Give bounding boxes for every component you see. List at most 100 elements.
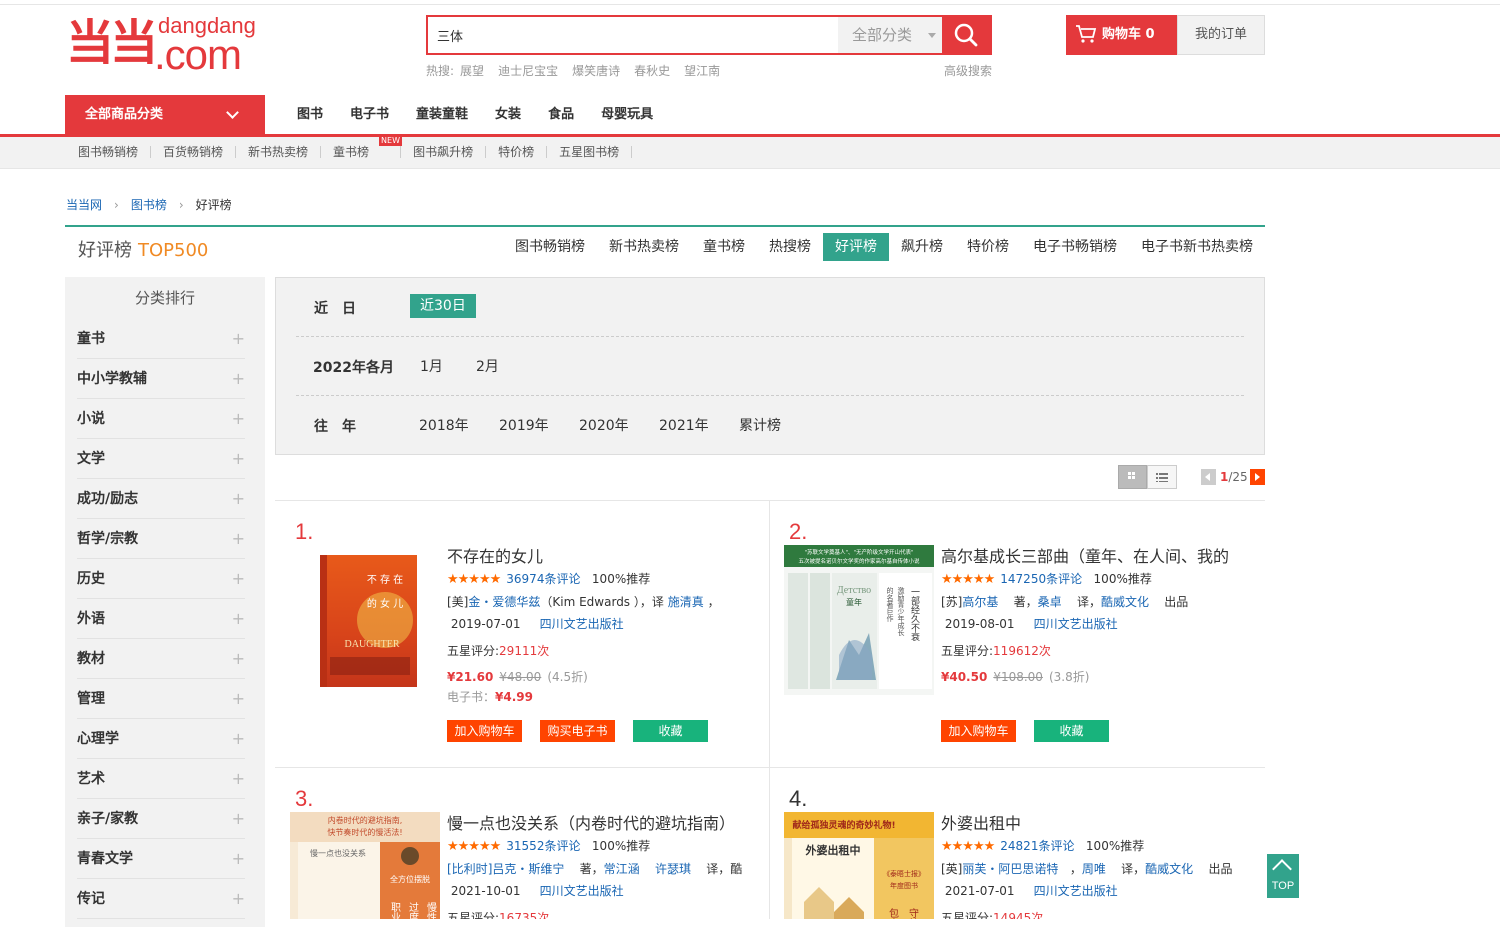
sidebar-category-item[interactable]: 传记 +: [77, 879, 245, 919]
sidebar-category-item[interactable]: 外语 +: [77, 599, 245, 639]
my-orders-button[interactable]: 我的订单: [1177, 15, 1265, 55]
rank-tab[interactable]: 电子书新书热卖榜: [1129, 233, 1265, 261]
subnav-item[interactable]: 图书飙升榜: [401, 146, 487, 158]
sidebar-category-item[interactable]: 童书 +: [77, 319, 245, 359]
buy-ebook-button[interactable]: 购买电子书: [540, 720, 615, 742]
nav-item[interactable]: 女装: [495, 107, 521, 122]
book-cover[interactable]: 内卷时代的避坑指南, 快节奏时代的慢活法! 慢一点也没关系 全方位摆脱 职业倦 …: [290, 812, 440, 919]
plus-icon[interactable]: +: [232, 599, 245, 639]
all-categories-button[interactable]: 全部商品分类: [65, 95, 265, 134]
rank-tab[interactable]: 电子书畅销榜: [1021, 233, 1129, 261]
filter-option-month[interactable]: 1月: [420, 356, 443, 376]
list-view-button[interactable]: [1147, 465, 1177, 489]
add-to-cart-button[interactable]: 加入购物车: [447, 720, 522, 742]
subnav-item[interactable]: 百货畅销榜: [151, 146, 237, 158]
rank-tab[interactable]: 特价榜: [955, 233, 1021, 261]
review-count[interactable]: 24821条评论: [1000, 839, 1074, 853]
sidebar-category-item[interactable]: 管理 +: [77, 679, 245, 719]
rank-tab[interactable]: 新书热卖榜: [597, 233, 691, 261]
sidebar-category-item[interactable]: 艺术 +: [77, 759, 245, 799]
translator-link[interactable]: 桑卓: [1038, 595, 1062, 609]
translator-link[interactable]: 周唯: [1082, 862, 1106, 876]
hot-term[interactable]: 春秋史: [634, 64, 670, 78]
book-cover[interactable]: 献给孤独灵魂的奇妙礼物! 外婆出租中 《泰晤士报》 年度图书 包容 守护: [784, 812, 934, 919]
search-input[interactable]: [428, 17, 838, 53]
search-category-select[interactable]: 全部分类: [838, 17, 944, 53]
translator-link[interactable]: 常江涵: [604, 862, 640, 876]
plus-icon[interactable]: +: [232, 719, 245, 759]
review-count[interactable]: 36974条评论: [506, 572, 580, 586]
filter-option-year[interactable]: 2020年: [579, 415, 629, 435]
filter-option-month[interactable]: 2月: [476, 356, 499, 376]
plus-icon[interactable]: +: [232, 399, 245, 439]
sidebar-category-item[interactable]: 青春文学 +: [77, 839, 245, 879]
plus-icon[interactable]: +: [232, 639, 245, 679]
rank-tab[interactable]: 飙升榜: [889, 233, 955, 261]
author-link[interactable]: ]吕克・斯维宁: [488, 862, 565, 876]
plus-icon[interactable]: +: [232, 519, 245, 559]
filter-option-cumulative[interactable]: 累计榜: [739, 415, 781, 435]
plus-icon[interactable]: +: [232, 879, 245, 919]
product-title[interactable]: 高尔基成长三部曲（童年、在人间、我的: [941, 546, 1251, 568]
author-link[interactable]: 高尔基: [962, 595, 998, 609]
add-to-cart-button[interactable]: 加入购物车: [941, 720, 1016, 742]
rank-tab[interactable]: 图书畅销榜: [503, 233, 597, 261]
publisher-link[interactable]: 四川文艺出版社: [540, 884, 624, 898]
cart-button[interactable]: 购物车 0: [1066, 15, 1177, 55]
filter-option-year[interactable]: 2019年: [499, 415, 549, 435]
publisher-link[interactable]: 四川文艺出版社: [1034, 617, 1118, 631]
plus-icon[interactable]: +: [232, 359, 245, 399]
book-cover[interactable]: 不 存 在 的 女 儿 DAUGHTER: [290, 545, 440, 695]
publisher-brand-link[interactable]: 酷威文化: [1145, 862, 1193, 876]
prev-page-button[interactable]: [1201, 469, 1216, 485]
hot-term[interactable]: 展望: [460, 64, 484, 78]
favorite-button[interactable]: 收藏: [1034, 720, 1109, 742]
hot-term[interactable]: 爆笑唐诗: [572, 64, 620, 78]
advanced-search-link[interactable]: 高级搜索: [944, 62, 992, 79]
book-cover[interactable]: "苏联文学奠基人"、"无产阶级文学开山代表" 五次被提名诺贝尔文学奖的作家高尔基…: [784, 545, 934, 695]
rank-tab-active[interactable]: 好评榜: [823, 233, 889, 261]
subnav-item-childrens-books[interactable]: 童书榜 NEW: [321, 136, 402, 158]
product-title[interactable]: 慢一点也没关系（内卷时代的避坑指南）: [447, 813, 757, 835]
publisher-link[interactable]: 四川文艺出版社: [1034, 884, 1118, 898]
breadcrumb-link[interactable]: 图书榜: [131, 198, 167, 212]
sidebar-category-item[interactable]: 心理学 +: [77, 719, 245, 759]
hot-term[interactable]: 望江南: [684, 64, 720, 78]
nav-item[interactable]: 食品: [548, 107, 574, 122]
sidebar-category-item[interactable]: 中小学教辅 +: [77, 359, 245, 399]
plus-icon[interactable]: +: [232, 799, 245, 839]
plus-icon[interactable]: +: [232, 839, 245, 879]
sidebar-category-item[interactable]: 亲子/家教 +: [77, 799, 245, 839]
favorite-button[interactable]: 收藏: [633, 720, 708, 742]
product-title[interactable]: 不存在的女儿: [447, 546, 757, 568]
filter-option-year[interactable]: 2018年: [419, 415, 469, 435]
nav-item[interactable]: 图书: [297, 107, 323, 122]
search-button[interactable]: [942, 17, 990, 53]
filter-option-year[interactable]: 2021年: [659, 415, 709, 435]
author-link[interactable]: 丽芙・阿巴思诺特: [962, 862, 1058, 876]
rank-tab[interactable]: 热搜榜: [757, 233, 823, 261]
subnav-item[interactable]: 图书畅销榜: [66, 146, 152, 158]
publisher-link[interactable]: 四川文艺出版社: [540, 617, 624, 631]
next-page-button[interactable]: [1250, 469, 1265, 485]
breadcrumb-link[interactable]: 当当网: [66, 198, 102, 212]
author-link[interactable]: 金・爱德华兹: [468, 595, 540, 609]
review-count[interactable]: 31552条评论: [506, 839, 580, 853]
author-prefix[interactable]: [比利时: [447, 862, 488, 876]
translator-link[interactable]: 许瑟琪: [655, 862, 691, 876]
subnav-item[interactable]: 新书热卖榜: [236, 146, 322, 158]
nav-item[interactable]: 电子书: [350, 107, 389, 122]
sidebar-category-item[interactable]: 成功/励志 +: [77, 479, 245, 519]
dangdang-logo[interactable]: 当当 dangdang .com: [66, 14, 266, 78]
nav-item[interactable]: 母婴玩具: [601, 107, 653, 122]
filter-option-30days[interactable]: 近30日: [410, 294, 476, 318]
sidebar-category-item[interactable]: 历史 +: [77, 559, 245, 599]
sidebar-category-item[interactable]: 文学 +: [77, 439, 245, 479]
grid-view-button[interactable]: [1118, 465, 1147, 489]
plus-icon[interactable]: +: [232, 759, 245, 799]
plus-icon[interactable]: +: [232, 679, 245, 719]
subnav-item[interactable]: 特价榜: [486, 146, 548, 158]
plus-icon[interactable]: +: [232, 559, 245, 599]
sidebar-category-item[interactable]: 教材 +: [77, 639, 245, 679]
translator-link[interactable]: 施清真: [668, 595, 704, 609]
